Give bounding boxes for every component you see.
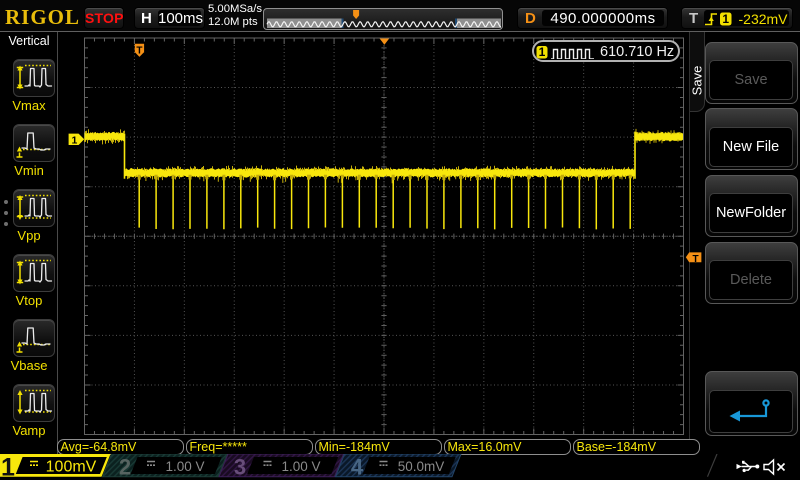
svg-text:T: T <box>692 254 698 265</box>
svg-text:1: 1 <box>722 12 729 26</box>
svg-text:3: 3 <box>234 455 246 480</box>
svg-text:1: 1 <box>71 135 77 147</box>
svg-text:1.00 V: 1.00 V <box>165 459 204 474</box>
svg-text:1: 1 <box>539 45 546 59</box>
svg-text:100mV: 100mV <box>46 459 97 476</box>
svg-text:1.00 V: 1.00 V <box>281 459 320 474</box>
svg-text:2: 2 <box>119 455 131 480</box>
svg-text:610.710 Hz: 610.710 Hz <box>600 44 674 59</box>
svg-text:-232mV: -232mV <box>739 11 789 27</box>
svg-text:4: 4 <box>351 455 364 480</box>
svg-text:1: 1 <box>1 454 15 480</box>
svg-text:T: T <box>136 46 142 57</box>
svg-text:50.0mV: 50.0mV <box>398 459 445 474</box>
